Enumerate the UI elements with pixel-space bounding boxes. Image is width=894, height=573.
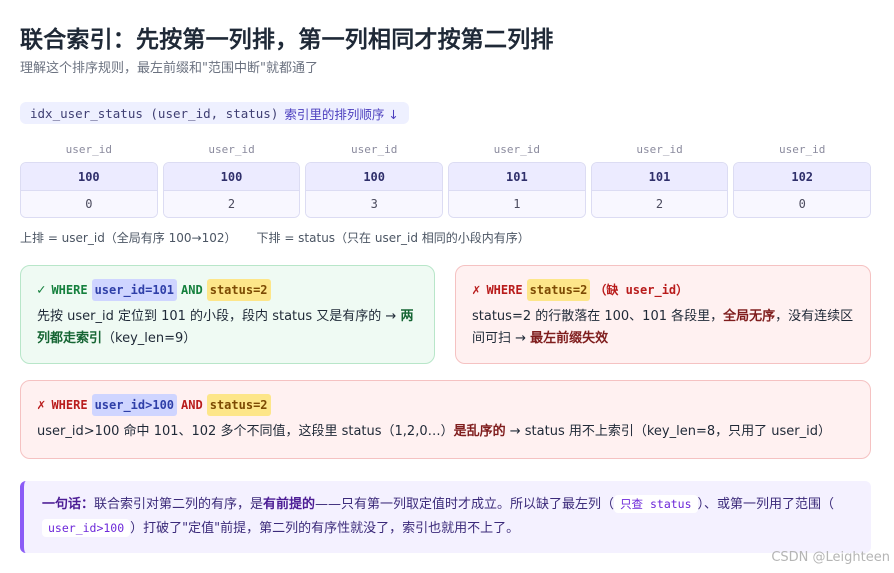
- card-explanation: user_id>100 命中 101、102 多个不同值，这段里 status（…: [37, 421, 854, 443]
- cross-icon: ✗: [37, 397, 46, 413]
- condition-status: status=2: [526, 279, 591, 301]
- user-id-value: 100: [306, 163, 443, 191]
- index-entry: user_id 100 2: [162, 140, 301, 218]
- index-definition: idx_user_status (user_id, status): [30, 105, 279, 121]
- explanation-text: 先按 user_id 定位到 101 的小段，段内 status 又是有序的 →: [37, 309, 401, 324]
- summary-text: ）打破了"定值"前提，第二列的有序性就没了，索引也就用不上了。: [130, 521, 520, 536]
- column-header: user_id: [779, 143, 826, 156]
- index-cell: 100 0: [20, 162, 158, 218]
- check-icon: ✓: [37, 282, 46, 298]
- status-value: 2: [163, 191, 300, 217]
- summary-text: ）、或第一列用了范围（: [697, 497, 835, 512]
- explanation-text: （key_len=9）: [102, 331, 197, 346]
- index-entry: user_id 100 3: [305, 140, 444, 218]
- condition-status: status=2: [206, 279, 271, 301]
- explanation-text: status=2 的行散落在 100、101 各段里，: [472, 309, 724, 324]
- summary-text: 联合索引对第二列的有序，是: [94, 497, 264, 512]
- card-query: ✗ WHERE status=2 （缺 user_id）: [472, 279, 854, 301]
- user-id-value: 101: [591, 163, 728, 191]
- index-entry: user_id 101 2: [590, 140, 729, 218]
- index-entry: user_id 101 1: [448, 140, 586, 218]
- and-keyword: AND: [181, 398, 203, 412]
- status-value: 3: [306, 191, 443, 217]
- condition-user-id: user_id>100: [91, 394, 178, 416]
- column-header: user_id: [65, 143, 113, 156]
- explanation-text: → status 用不上索引（key_len=8，只用了 user_id）: [505, 424, 831, 439]
- status-value: 0: [734, 191, 871, 217]
- status-value: 0: [21, 191, 157, 217]
- and-keyword: AND: [181, 283, 203, 297]
- index-cell: 102 0: [733, 162, 872, 218]
- grid-legend: 上排 = user_id（全局有序 100→102） 下排 = status（只…: [20, 229, 530, 246]
- where-keyword: WHERE: [51, 398, 88, 412]
- explanation-emphasis: 全局无序: [723, 309, 776, 324]
- user-id-value: 102: [734, 163, 871, 191]
- user-id-value: 101: [449, 163, 585, 191]
- card-query: ✗ WHERE user_id>100 AND status=2: [37, 394, 854, 416]
- index-chip: idx_user_status (user_id, status) 索引里的排列…: [20, 102, 409, 124]
- card-explanation: status=2 的行散落在 100、101 各段里，全局无序，没有连续区间可扫…: [472, 306, 854, 350]
- code-range-condition: user_id>100: [42, 519, 131, 537]
- page-subtitle: 理解这个排序规则，最左前缀和"范围中断"就都通了: [20, 61, 318, 76]
- card-index-used: ✓ WHERE user_id=101 AND status=2 先按 user…: [20, 265, 435, 364]
- where-keyword: WHERE: [486, 283, 523, 297]
- column-header: user_id: [351, 143, 398, 156]
- index-entry: user_id 100 0: [20, 140, 158, 218]
- index-cell: 100 2: [162, 162, 301, 218]
- summary-lead: 一句话：: [42, 497, 95, 512]
- legend-bottom-row: 下排 = status（只在 user_id 相同的小段内有序）: [256, 231, 530, 245]
- index-cell: 101 2: [590, 162, 729, 218]
- card-explanation: 先按 user_id 定位到 101 的小段，段内 status 又是有序的 →…: [37, 306, 418, 350]
- explanation-text: user_id>100 命中 101、102 多个不同值，这段里 status（…: [37, 424, 454, 439]
- status-value: 2: [591, 191, 728, 217]
- card-leftmost-missing: ✗ WHERE status=2 （缺 user_id） status=2 的行…: [455, 265, 871, 364]
- status-value: 1: [449, 191, 585, 217]
- watermark: CSDN @Leighteen: [771, 550, 890, 565]
- card-query: ✓ WHERE user_id=101 AND status=2: [37, 279, 418, 301]
- index-order-grid: user_id 100 0 user_id 100 2 user_id 100 …: [20, 140, 872, 218]
- condition-status: status=2: [206, 394, 271, 416]
- index-cell: 100 3: [305, 162, 444, 218]
- index-order-label: 索引里的排列顺序 ↓: [284, 106, 399, 122]
- where-keyword: WHERE: [51, 283, 88, 297]
- summary-emphasis: 有前提的: [263, 497, 316, 512]
- index-entry: user_id 102 0: [733, 140, 872, 218]
- explanation-emphasis: 最左前缀失效: [530, 331, 609, 346]
- card-range-break: ✗ WHERE user_id>100 AND status=2 user_id…: [20, 380, 871, 459]
- column-header: user_id: [493, 143, 541, 156]
- summary-callout: 一句话：联合索引对第二列的有序，是有前提的——只有第一列取定值时才成立。所以缺了…: [20, 481, 871, 553]
- condition-user-id: user_id=101: [91, 279, 178, 301]
- user-id-value: 100: [21, 163, 157, 191]
- legend-top-row: 上排 = user_id（全局有序 100→102）: [20, 231, 237, 245]
- user-id-value: 100: [163, 163, 300, 191]
- index-cell: 101 1: [448, 162, 586, 218]
- column-header: user_id: [636, 143, 683, 156]
- code-status-only: 只查 status: [614, 495, 698, 513]
- page-title: 联合索引：先按第一列排，第一列相同才按第二列排: [20, 27, 554, 53]
- explanation-emphasis: 是乱序的: [453, 424, 506, 439]
- column-header: user_id: [208, 143, 255, 156]
- cross-icon: ✗: [472, 282, 481, 298]
- missing-column-note: （缺 user_id）: [594, 283, 689, 297]
- summary-text: ——只有第一列取定值时才成立。所以缺了最左列（: [315, 497, 615, 512]
